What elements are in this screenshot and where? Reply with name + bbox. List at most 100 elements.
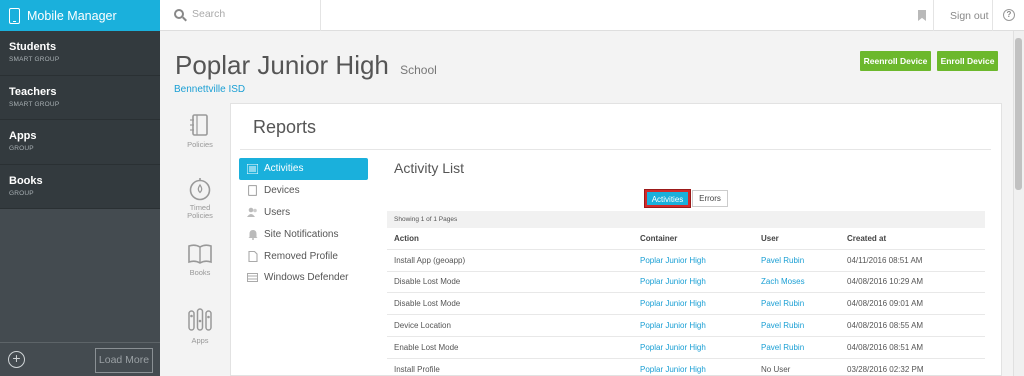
cell-created-at: 04/11/2016 08:51 AM bbox=[847, 255, 923, 265]
cell-created-at: 04/08/2016 08:55 AM bbox=[847, 321, 924, 331]
bookmark-icon[interactable] bbox=[918, 10, 926, 21]
sidebar-item-label: Apps bbox=[9, 130, 37, 142]
table-header: Action Container User Created at bbox=[387, 228, 985, 250]
enroll-device-button[interactable]: Enroll Device bbox=[937, 51, 998, 71]
sidebar-item-books[interactable]: Books GROUP bbox=[0, 165, 160, 209]
app-title: Mobile Manager bbox=[27, 8, 117, 23]
column-header-container[interactable]: Container bbox=[640, 234, 761, 243]
rail-item-apps[interactable]: Apps bbox=[176, 307, 224, 345]
tab-activities[interactable]: Activities bbox=[644, 189, 691, 208]
search-input[interactable]: Search bbox=[192, 8, 225, 20]
table-row[interactable]: Device Location Poplar Junior High Pavel… bbox=[387, 315, 985, 337]
scrollbar-thumb[interactable] bbox=[1015, 38, 1022, 190]
sidebar-footer: + Load More bbox=[0, 342, 160, 376]
mobile-device-icon bbox=[9, 7, 20, 24]
activity-toggle: Activities Errors bbox=[644, 189, 728, 208]
rail-item-timed-policies[interactable]: Timed Policies bbox=[176, 177, 224, 220]
sign-out-link[interactable]: Sign out bbox=[950, 10, 989, 22]
cell-container-link[interactable]: Poplar Junior High bbox=[640, 343, 761, 352]
cell-action: Install Profile bbox=[394, 365, 440, 375]
divider bbox=[320, 0, 321, 31]
sidebar-item-label: Students bbox=[9, 41, 57, 53]
policies-icon bbox=[190, 114, 208, 136]
top-bar: Search Sign out ? bbox=[160, 0, 1024, 31]
timed-policies-icon bbox=[189, 178, 211, 201]
cell-container-link[interactable]: Poplar Junior High bbox=[640, 299, 761, 308]
page-title: Poplar Junior High School bbox=[175, 50, 437, 81]
nav-item-activities[interactable]: Activities bbox=[239, 158, 368, 180]
sidebar-item-type: SMART GROUP bbox=[9, 56, 60, 63]
sidebar-item-type: GROUP bbox=[9, 189, 34, 197]
cell-user: No User bbox=[761, 365, 791, 375]
windows-defender-icon bbox=[247, 272, 258, 283]
cell-container-link[interactable]: Poplar Junior High bbox=[640, 256, 761, 265]
nav-label: Users bbox=[264, 206, 291, 218]
table-row[interactable]: Install App (geoapp) Poplar Junior High … bbox=[387, 250, 985, 272]
column-header-user[interactable]: User bbox=[761, 234, 847, 243]
reports-nav: Activities Devices Users Site Notificati… bbox=[239, 158, 368, 289]
rail-label: Books bbox=[189, 268, 211, 277]
cell-user-link[interactable]: Pavel Rubin bbox=[761, 343, 847, 352]
search-icon bbox=[174, 9, 184, 19]
cell-action: Device Location bbox=[394, 321, 451, 331]
table-row[interactable]: Enable Lost Mode Poplar Junior High Pave… bbox=[387, 337, 985, 359]
rail-label: Policies bbox=[187, 140, 213, 149]
pagination-text: Showing 1 of 1 Pages bbox=[387, 211, 985, 228]
table-row[interactable]: Disable Lost Mode Poplar Junior High Pav… bbox=[387, 293, 985, 316]
column-header-created-at[interactable]: Created at bbox=[847, 234, 985, 243]
cell-user-link[interactable]: Pavel Rubin bbox=[761, 321, 847, 330]
divider bbox=[992, 0, 993, 31]
sidebar-item-type: GROUP bbox=[9, 145, 34, 152]
nav-label: Activities bbox=[264, 163, 304, 175]
cell-created-at: 04/08/2016 09:01 AM bbox=[847, 299, 924, 309]
sidebar-item-label: Books bbox=[9, 174, 43, 187]
reenroll-device-button[interactable]: Reenroll Device bbox=[860, 51, 931, 71]
sidebar-item-teachers[interactable]: Teachers SMART GROUP bbox=[0, 76, 160, 120]
cell-action: Disable Lost Mode bbox=[394, 299, 461, 309]
sidebar: Mobile Manager Students SMART GROUP Teac… bbox=[0, 0, 160, 376]
cell-container-link[interactable]: Poplar Junior High bbox=[640, 277, 761, 286]
help-icon[interactable]: ? bbox=[1003, 9, 1015, 21]
nav-item-windows-defender[interactable]: Windows Defender bbox=[239, 267, 368, 289]
rail-label: Timed Policies bbox=[187, 203, 213, 220]
device-icon bbox=[247, 185, 258, 197]
cell-created-at: 03/28/2016 02:32 PM bbox=[847, 365, 924, 375]
cell-user-link[interactable]: Pavel Rubin bbox=[761, 256, 847, 265]
activity-table: Showing 1 of 1 Pages Action Container Us… bbox=[387, 211, 985, 376]
school-suffix: School bbox=[400, 63, 437, 77]
bell-icon bbox=[247, 229, 258, 240]
column-header-action[interactable]: Action bbox=[387, 234, 640, 243]
nav-label: Windows Defender bbox=[264, 272, 349, 284]
cell-user-link[interactable]: Zach Moses bbox=[761, 277, 847, 286]
nav-item-site-notifications[interactable]: Site Notifications bbox=[239, 223, 368, 245]
apps-icon bbox=[188, 308, 212, 331]
nav-item-removed-profile[interactable]: Removed Profile bbox=[239, 245, 368, 267]
sidebar-item-apps[interactable]: Apps GROUP bbox=[0, 120, 160, 165]
reports-title: Reports bbox=[253, 117, 317, 137]
cell-user-link[interactable]: Pavel Rubin bbox=[761, 299, 847, 308]
district-link[interactable]: Bennettville ISD bbox=[174, 84, 245, 95]
cell-container-link[interactable]: Poplar Junior High bbox=[640, 365, 761, 374]
rail-item-policies[interactable]: Policies bbox=[176, 113, 224, 149]
sidebar-groups: Students SMART GROUP Teachers SMART GROU… bbox=[0, 31, 160, 209]
add-group-icon[interactable]: + bbox=[8, 351, 25, 368]
sidebar-item-type: SMART GROUP bbox=[9, 100, 60, 108]
cell-created-at: 04/08/2016 08:51 AM bbox=[847, 342, 924, 352]
nav-item-devices[interactable]: Devices bbox=[239, 180, 368, 202]
table-row[interactable]: Disable Lost Mode Poplar Junior High Zac… bbox=[387, 272, 985, 294]
cell-container-link[interactable]: Poplar Junior High bbox=[640, 321, 761, 330]
table-row[interactable]: Install Profile Poplar Junior High No Us… bbox=[387, 359, 985, 376]
cell-action: Disable Lost Mode bbox=[394, 277, 461, 287]
nav-item-users[interactable]: Users bbox=[239, 202, 368, 224]
cell-action: Enable Lost Mode bbox=[394, 342, 459, 352]
school-name: Poplar Junior High bbox=[175, 50, 389, 80]
search-box[interactable]: Search bbox=[174, 8, 225, 20]
rail-label: Apps bbox=[191, 336, 209, 345]
sidebar-item-students[interactable]: Students SMART GROUP bbox=[0, 31, 160, 76]
load-more-button[interactable]: Load More bbox=[95, 348, 153, 373]
tab-errors[interactable]: Errors bbox=[692, 190, 728, 207]
divider bbox=[240, 149, 991, 150]
rail-item-books[interactable]: Books bbox=[176, 243, 224, 277]
app-brand[interactable]: Mobile Manager bbox=[0, 0, 160, 31]
nav-label: Site Notifications bbox=[264, 228, 339, 240]
